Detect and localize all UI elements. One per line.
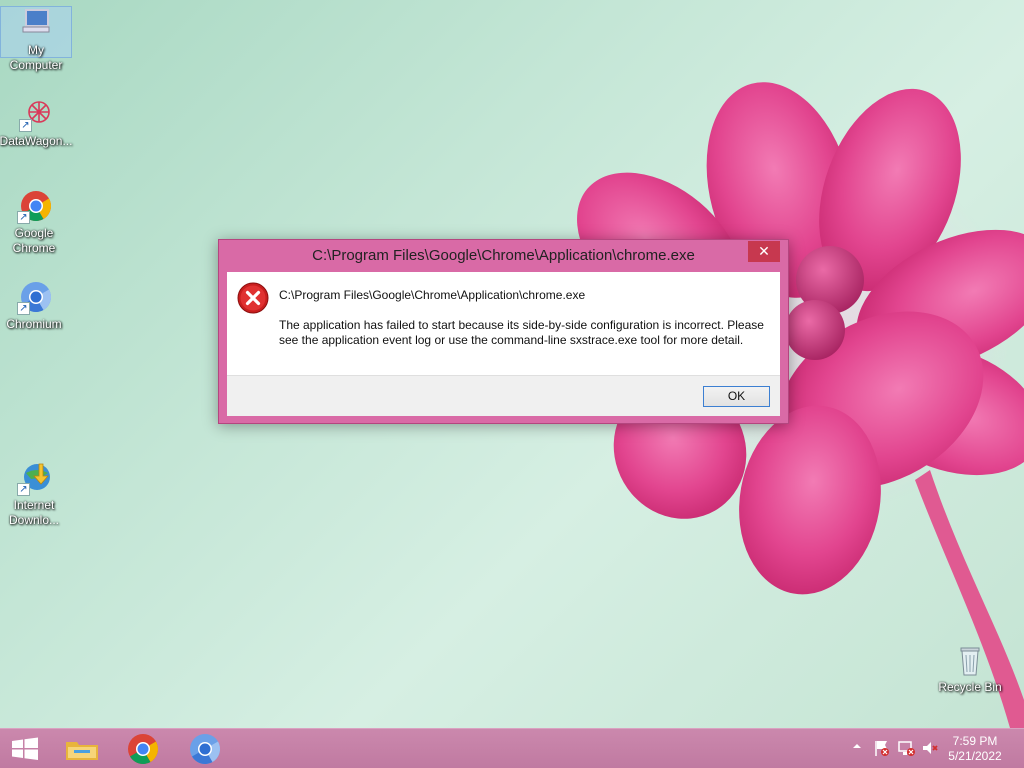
dialog-message-text: The application has failed to start beca… [279,318,764,347]
recycle-bin-icon [953,644,987,678]
file-explorer-icon[interactable] [60,732,104,766]
desktop-icon-label: Chromium [6,317,62,331]
computer-icon [19,7,53,41]
error-icon [237,282,269,314]
taskbar-clock[interactable]: 7:59 PM 5/21/2022 [940,734,1010,764]
close-button[interactable]: ✕ [748,241,780,262]
desktop-icon-recycle-bin[interactable]: Recycle Bin [932,644,1008,695]
chrome-icon[interactable] [121,732,165,766]
ok-button[interactable]: OK [703,386,770,407]
desktop-icon-my-computer[interactable]: My Computer [0,6,72,72]
clock-time: 7:59 PM [952,734,998,748]
dialog-path-text: C:\Program Files\Google\Chrome\Applicati… [279,288,586,302]
clock-date: 5/21/2022 [948,749,1002,763]
desktop-icon-label: DataWagon... [0,134,73,148]
desktop-icon-label: Internet Downlo... [8,498,60,527]
chrome-icon: ↗ [17,190,52,224]
dialog-footer: OK [227,375,780,416]
network-icon[interactable] [897,739,915,759]
shortcut-arrow-icon: ↗ [17,483,30,496]
desktop-icon-datawagon[interactable]: ↗ DataWagon... [0,98,74,149]
internet-download-icon: ↗ [17,462,51,496]
dialog-title: C:\Program Files\Google\Chrome\Applicati… [312,247,695,264]
desktop-icon-label: My Computer [9,43,63,72]
shortcut-arrow-icon: ↗ [19,119,32,132]
error-dialog: C:\Program Files\Google\Chrome\Applicati… [218,239,789,424]
chromium-icon: ↗ [17,281,52,315]
desktop-icon-label: Google Chrome [12,226,56,255]
desktop-icon-label: Recycle Bin [938,680,1002,694]
dialog-body: C:\Program Files\Google\Chrome\Applicati… [227,272,780,416]
desktop-icon-google-chrome[interactable]: ↗ Google Chrome [0,190,72,256]
action-center-flag-icon[interactable] [874,739,890,759]
taskbar: 7:59 PM 5/21/2022 [0,728,1024,768]
shortcut-arrow-icon: ↗ [17,211,30,224]
desktop-icon-chromium[interactable]: ↗ Chromium [0,281,72,332]
desktop-icon-internet-download[interactable]: ↗ Internet Downlo... [0,462,72,528]
chromium-icon[interactable] [183,732,227,766]
start-button[interactable] [2,732,46,766]
shortcut-arrow-icon: ↗ [17,302,30,315]
volume-muted-icon[interactable] [921,739,939,759]
show-hidden-icons[interactable] [852,741,862,761]
datawagon-icon: ↗ [19,98,53,132]
